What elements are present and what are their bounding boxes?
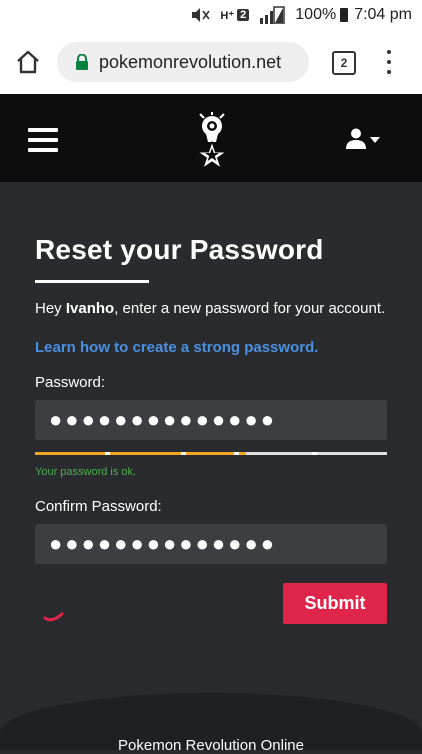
clock: 7:04 pm [354, 6, 412, 23]
battery-percent: 100% [295, 6, 337, 23]
sim-badge: 2 [237, 9, 250, 21]
pokemon-revolution-logo[interactable] [190, 112, 234, 170]
footer-title: Pokemon Revolution Online [118, 737, 304, 754]
password-field[interactable]: ●●●●●●●●●●●●●● [35, 400, 387, 440]
submit-button[interactable]: Submit [283, 583, 387, 624]
mute-icon [190, 8, 211, 22]
lock-icon [75, 53, 89, 70]
battery-icon [340, 8, 349, 22]
browser-toolbar: pokemonrevolution.net 2 [0, 30, 422, 95]
home-icon[interactable] [14, 48, 42, 76]
url-text: pokemonrevolution.net [99, 51, 282, 72]
loading-spinner-icon [42, 596, 70, 624]
address-bar[interactable]: pokemonrevolution.net [57, 42, 309, 82]
hamburger-icon[interactable] [28, 128, 58, 152]
network-type-icon: H⁺ [220, 9, 235, 22]
strong-password-help-link[interactable]: Learn how to create a strong password. [35, 339, 318, 356]
intro-text: Hey Ivanho, enter a new password for you… [35, 300, 386, 317]
password-strength-message: Your password is ok. [35, 466, 137, 478]
confirm-password-field[interactable]: ●●●●●●●●●●●●●● [35, 524, 387, 564]
confirm-password-label: Confirm Password: [35, 498, 162, 515]
page-title: Reset your Password [35, 234, 324, 265]
username: Ivanho [65, 300, 115, 317]
status-bar: H⁺ 2 100% 7:04 pm [0, 0, 422, 30]
password-label: Password: [35, 374, 106, 391]
reset-password-section: Reset your Password Hey Ivanho, enter a … [0, 182, 422, 750]
user-menu-button[interactable] [345, 128, 385, 150]
title-underline [35, 280, 149, 283]
signal-icon [259, 6, 286, 24]
more-options-icon[interactable] [386, 50, 392, 74]
password-strength-meter [35, 452, 387, 455]
user-icon [346, 128, 380, 149]
site-header [0, 94, 422, 182]
tab-switcher-button[interactable]: 2 [332, 51, 356, 75]
